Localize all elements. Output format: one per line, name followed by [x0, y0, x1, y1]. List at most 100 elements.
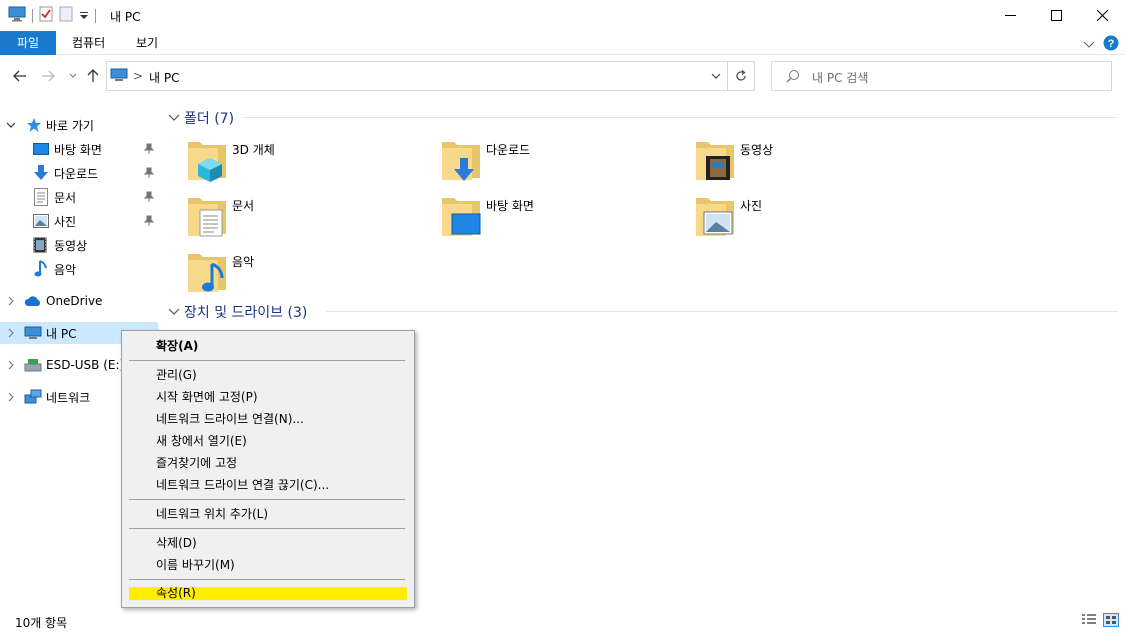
folders-group-header[interactable]: 폴더 (7) [168, 108, 234, 128]
tab-file[interactable]: 파일 [0, 31, 57, 55]
up-arrow-icon [87, 69, 99, 82]
maximize-button[interactable] [1033, 0, 1079, 31]
folders-group-title: 폴더 (7) [184, 111, 235, 127]
maximize-icon [1050, 10, 1062, 21]
details-view-icon[interactable] [1081, 613, 1097, 630]
menu-item-pin-to-start[interactable]: 시작 화면에 고정(P) [125, 386, 411, 408]
close-button[interactable] [1079, 0, 1125, 31]
toolbar-separator [32, 8, 33, 23]
address-bar[interactable]: > 내 PC [106, 61, 728, 91]
usb-drive-icon [24, 358, 42, 375]
pin-icon[interactable] [143, 215, 155, 230]
menu-separator [129, 579, 405, 580]
devices-group-header[interactable]: 장치 및 드라이브 (3) [168, 302, 307, 322]
window-title: 내 PC [110, 10, 141, 24]
menu-item-expand[interactable]: 확장(A) [125, 335, 411, 357]
folder-desktop[interactable]: 바탕 화면 [440, 192, 680, 244]
address-history-button[interactable] [711, 68, 721, 87]
ribbon-controls: ? [1083, 35, 1119, 54]
customize-dropdown-icon[interactable] [79, 9, 89, 23]
sidebar-item-label: 바탕 화면 [54, 142, 102, 157]
folder-label: 사진 [740, 199, 763, 213]
star-icon [26, 117, 42, 136]
folder-music-icon [188, 254, 226, 292]
menu-item-delete[interactable]: 삭제(D) [125, 532, 411, 554]
menu-item-add-network-location[interactable]: 네트워크 위치 추가(L) [125, 503, 411, 525]
sidebar-item-pictures[interactable]: 사진 [0, 210, 158, 232]
quick-access-toolbar [8, 6, 96, 25]
breadcrumb-separator[interactable]: > [133, 69, 143, 83]
menu-item-map-network-drive[interactable]: 네트워크 드라이브 연결(N)... [125, 408, 411, 430]
tab-computer[interactable]: 컴퓨터 [58, 31, 119, 55]
context-menu: 확장(A) 관리(G) 시작 화면에 고정(P) 네트워크 드라이브 연결(N)… [121, 330, 415, 608]
up-button[interactable] [84, 67, 102, 85]
folder-label: 바탕 화면 [486, 199, 534, 213]
menu-item-disconnect-network-drive[interactable]: 네트워크 드라이브 연결 끊기(C)... [125, 474, 411, 496]
folder-videos[interactable]: 동영상 [694, 136, 934, 188]
navigation-bar: > 내 PC 내 PC 검색 [0, 56, 1125, 96]
sidebar-item-videos[interactable]: 동영상 [0, 234, 158, 256]
desktop-icon [33, 142, 49, 159]
music-note-icon [34, 260, 48, 281]
sidebar-item-label: 다운로드 [54, 166, 99, 181]
menu-item-rename[interactable]: 이름 바꾸기(M) [125, 554, 411, 576]
chevron-right-icon[interactable] [5, 295, 17, 307]
new-folder-icon[interactable] [59, 6, 73, 25]
minimize-button[interactable] [987, 0, 1033, 31]
pin-icon[interactable] [143, 143, 155, 158]
search-input[interactable]: 내 PC 검색 [771, 61, 1112, 91]
refresh-button[interactable] [728, 61, 755, 91]
svg-text:?: ? [1108, 38, 1115, 50]
chevron-down-icon [711, 73, 721, 79]
network-icon [24, 389, 42, 408]
folder-downloads[interactable]: 다운로드 [440, 136, 680, 188]
sidebar-item-music[interactable]: 음악 [0, 258, 158, 280]
pin-icon[interactable] [143, 167, 155, 182]
help-icon[interactable]: ? [1103, 35, 1119, 54]
sidebar-item-label: 사진 [54, 214, 77, 229]
folder-documents[interactable]: 문서 [186, 192, 426, 244]
folder-3d-icon [188, 142, 226, 182]
document-icon [34, 188, 48, 209]
chevron-down-icon[interactable] [5, 119, 17, 131]
sidebar-item-label: OneDrive [46, 294, 103, 308]
sidebar-item-documents[interactable]: 문서 [0, 186, 158, 208]
chevron-right-icon[interactable] [5, 391, 17, 403]
recent-locations-button[interactable] [64, 67, 82, 85]
sidebar-item-label: 바로 가기 [46, 118, 94, 133]
forward-button[interactable] [39, 67, 57, 85]
chevron-right-icon[interactable] [5, 359, 17, 371]
menu-item-open-new-window[interactable]: 새 창에서 열기(E) [125, 430, 411, 452]
close-icon [1096, 10, 1108, 21]
folder-label: 3D 개체 [232, 143, 275, 157]
title-bar: 내 PC [0, 0, 1125, 31]
folder-desktop-icon [442, 198, 481, 236]
chevron-down-icon [168, 308, 180, 315]
computer-icon[interactable] [8, 6, 26, 25]
menu-item-manage[interactable]: 관리(G) [125, 364, 411, 386]
chevron-right-icon[interactable] [5, 327, 17, 339]
sidebar-item-onedrive[interactable]: OneDrive [0, 290, 158, 312]
sidebar-item-downloads[interactable]: 다운로드 [0, 162, 158, 184]
sidebar-item-label: 내 PC [46, 326, 77, 341]
folder-music[interactable]: 음악 [186, 248, 426, 300]
menu-separator [129, 360, 405, 361]
sidebar-item-quick-access[interactable]: 바로 가기 [0, 114, 158, 136]
sidebar-item-desktop[interactable]: 바탕 화면 [0, 138, 158, 160]
toolbar-separator [95, 8, 96, 23]
tab-view[interactable]: 보기 [122, 31, 172, 55]
large-icons-view-icon[interactable] [1103, 613, 1119, 630]
picture-icon [33, 214, 49, 231]
search-icon [786, 69, 800, 86]
menu-item-pin-to-quick-access[interactable]: 즐겨찾기에 고정 [125, 452, 411, 474]
folder-documents-icon [188, 198, 226, 237]
chevron-down-icon [69, 73, 77, 78]
breadcrumb[interactable]: 내 PC [149, 69, 179, 86]
expand-ribbon-icon[interactable] [1083, 38, 1095, 52]
menu-item-properties[interactable]: 속성(R) [129, 587, 407, 600]
folder-pictures[interactable]: 사진 [694, 192, 934, 244]
back-button[interactable] [11, 67, 29, 85]
properties-icon[interactable] [39, 6, 53, 25]
folder-3d-objects[interactable]: 3D 개체 [186, 136, 426, 188]
pin-icon[interactable] [143, 191, 155, 206]
